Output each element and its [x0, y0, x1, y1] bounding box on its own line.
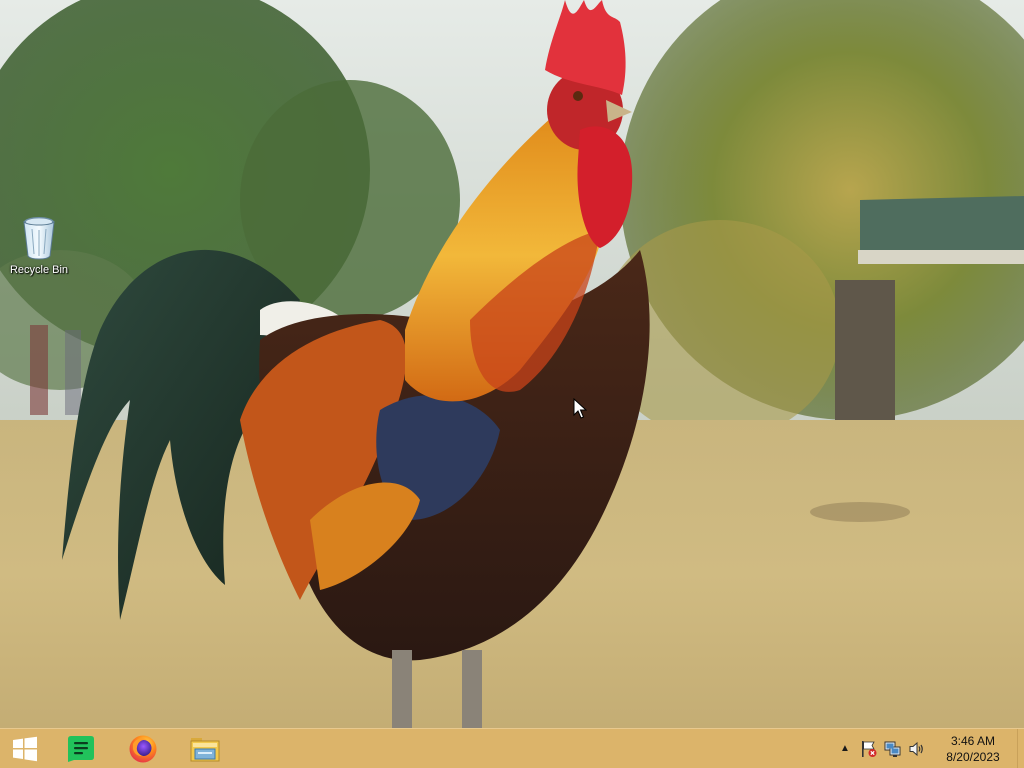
desktop[interactable]: Recycle Bin [0, 0, 1024, 728]
taskbar: ▲ 3:46 AM 8/20/2023 [0, 728, 1024, 768]
system-tray: ▲ 3:46 AM 8/20/2023 [833, 729, 1024, 768]
taskbar-pinned-notes-app[interactable] [56, 729, 106, 768]
notes-icon [68, 735, 94, 762]
wallpaper-image [0, 0, 1024, 728]
firefox-icon [129, 735, 157, 762]
windows-logo-icon [13, 736, 37, 761]
mouse-cursor-icon [573, 398, 587, 419]
volume-button[interactable] [906, 738, 928, 760]
action-center-flag-icon [862, 740, 877, 757]
start-button[interactable] [0, 729, 50, 768]
volume-icon [909, 741, 923, 756]
recycle-bin-icon [23, 217, 55, 260]
taskbar-clock[interactable]: 3:46 AM 8/20/2023 [935, 733, 1011, 765]
network-icon [884, 741, 901, 757]
desktop-icon-recycle-bin[interactable]: Recycle Bin [8, 212, 70, 284]
show-desktop-button[interactable] [1017, 729, 1024, 768]
taskbar-pinned-firefox[interactable] [118, 729, 168, 768]
desktop-icon-label: Recycle Bin [9, 264, 69, 276]
clock-date: 8/20/2023 [946, 749, 1000, 764]
folder-icon [190, 737, 220, 761]
taskbar-pinned-file-explorer[interactable] [180, 729, 230, 768]
chevron-up-icon: ▲ [840, 743, 850, 754]
clock-time: 3:46 AM [950, 733, 996, 748]
show-hidden-icons-button[interactable]: ▲ [834, 738, 856, 760]
action-center-button[interactable] [858, 738, 880, 760]
network-button[interactable] [882, 738, 904, 760]
